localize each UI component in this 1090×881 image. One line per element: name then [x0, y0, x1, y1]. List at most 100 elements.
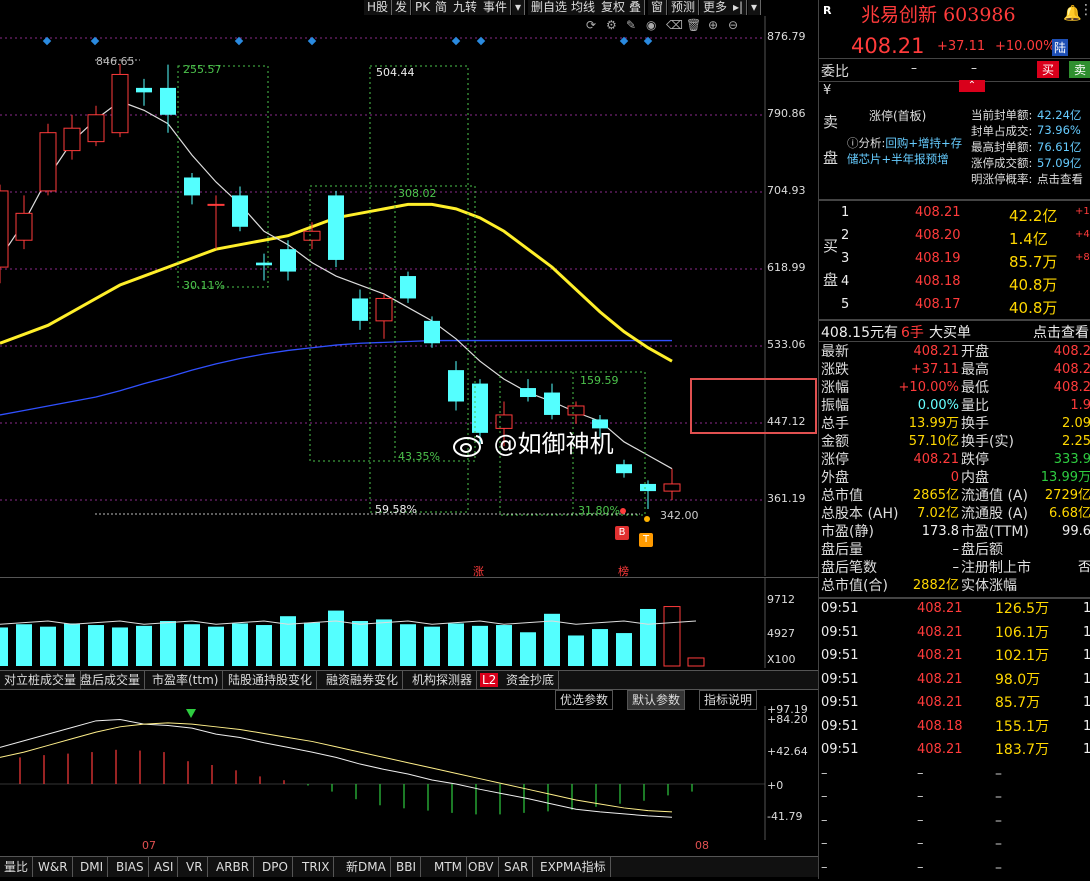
candle[interactable] [111, 64, 129, 138]
buy-button[interactable]: 买 [1037, 61, 1060, 78]
indicator-tab-6[interactable]: L2 [480, 673, 499, 687]
bid-row[interactable]: 5 408.17 40.8万 [819, 297, 1090, 317]
bottom-tab-1[interactable]: W&R [34, 857, 73, 877]
bottom-tab-13[interactable]: SAR [500, 857, 534, 877]
indicator-tab-1[interactable]: 盘后成交量 [76, 671, 146, 689]
candle[interactable] [616, 459, 632, 478]
candle[interactable] [207, 195, 225, 250]
toolbar-item-1[interactable]: 发 [392, 0, 412, 15]
bottom-tab-4[interactable]: ASI [150, 857, 179, 877]
indicator-tab-3[interactable]: 陆股通持股变化 [224, 671, 318, 689]
candle[interactable] [0, 184, 9, 284]
bottom-tab-5[interactable]: VR [182, 857, 208, 877]
limit-analysis[interactable]: ⓘ分析:回购+增持+存储芯片+半年报预增 [847, 135, 967, 167]
candle[interactable] [328, 190, 344, 268]
volume-chart[interactable] [0, 578, 818, 668]
sell-button[interactable]: 卖 [1069, 61, 1090, 78]
limit-row-value: 76.61亿 [1037, 140, 1082, 154]
event-diamond-icon[interactable] [90, 36, 100, 46]
toolbar-item-14[interactable]: ▸| [730, 0, 748, 15]
candle[interactable] [303, 222, 321, 250]
event-diamond-icon[interactable] [42, 36, 52, 46]
toolbar-item-6[interactable]: ▾ [512, 0, 526, 15]
bottom-tab-11[interactable]: MTM [430, 857, 468, 877]
volume-bar [496, 625, 512, 666]
bid-row[interactable]: 1 408.21 42.2亿 +11 [819, 205, 1090, 225]
candle[interactable] [63, 114, 81, 160]
toolbar-item-2[interactable]: PK [412, 0, 435, 15]
candle[interactable] [663, 468, 681, 501]
bottom-tab-10[interactable]: BBI [392, 857, 422, 877]
tick-volume: – [995, 789, 1002, 805]
indicator-tab-7[interactable]: 资金抄底 [502, 671, 560, 689]
toolbar-item-9[interactable]: 复权 [598, 0, 630, 15]
quote-row: 总市值(合) 2882亿 实体涨幅 [819, 577, 1090, 595]
candle[interactable] [184, 173, 200, 205]
event-diamond-icon[interactable] [307, 36, 317, 46]
annotation-box4-bot: 31.80% [578, 504, 620, 517]
toolbar-item-4[interactable]: 九转 [450, 0, 482, 15]
candle[interactable] [520, 379, 536, 402]
chart-area[interactable]: H股发 PK 简九转 事件 ▾ 删自选 均线 复权叠窗预测 更多 ▸| ▾ ⟳ ⚙ ✎ ◉ ⌫ 🗑 ⊕ ⊖ 876.… [0, 0, 818, 879]
buy-signal-badge[interactable]: B [615, 526, 629, 540]
candle[interactable] [160, 64, 176, 133]
bottom-tab-12[interactable]: OBV [464, 857, 499, 877]
candle[interactable] [256, 253, 272, 281]
toolbar-item-12[interactable]: 预测 [668, 0, 700, 15]
more-icon[interactable]: ⋮ [1079, 2, 1090, 18]
toolbar-item-10[interactable]: 叠 [626, 0, 646, 15]
tick-list: 09:51 408.21 126.5万 1 09:51 408.21 106.1万 1 09:5… [819, 597, 1090, 881]
toolbar-item-3[interactable]: 简 [432, 0, 452, 15]
candle[interactable] [280, 240, 296, 281]
candle[interactable] [87, 105, 105, 147]
quote-key-2: 最高 [961, 362, 989, 378]
toolbar-item-7[interactable]: 删自选 [528, 0, 572, 15]
candle[interactable] [400, 271, 416, 303]
macd-chart[interactable] [0, 706, 818, 840]
toolbar-item-15[interactable]: ▾ [748, 0, 762, 15]
toolbar-item-8[interactable]: 均线 [568, 0, 600, 15]
big-order-link[interactable]: 点击查看 [1033, 322, 1089, 342]
limit-row-value[interactable]: 点击查看 [1037, 171, 1083, 187]
bid-volume: 1.4亿 [1009, 230, 1048, 248]
toolbar-item-13[interactable]: 更多 [700, 0, 732, 15]
event-diamond-icon[interactable] [476, 36, 486, 46]
kline-chart[interactable] [0, 16, 818, 576]
bottom-tab-7[interactable]: DPO [258, 857, 293, 877]
tick-time: 09:51 [821, 624, 859, 640]
big-order-row[interactable]: 408.15元有 6手 大买单 点击查看 [819, 321, 1090, 342]
candle[interactable] [39, 123, 57, 196]
bottom-tab-3[interactable]: BIAS [112, 857, 149, 877]
candle[interactable] [375, 293, 393, 339]
candle[interactable] [544, 383, 560, 420]
t-signal-badge[interactable]: T [639, 533, 653, 547]
candle[interactable] [15, 195, 33, 250]
candle[interactable] [567, 401, 585, 424]
quote-value-2: 2.25 [1062, 434, 1090, 449]
bid-row[interactable]: 4 408.18 40.8万 [819, 274, 1090, 294]
indicator-tab-5[interactable]: 机构探测器 [408, 671, 478, 689]
event-diamond-icon[interactable] [451, 36, 461, 46]
candle[interactable] [424, 316, 440, 348]
candle[interactable] [448, 361, 464, 411]
candle[interactable] [136, 78, 152, 106]
bid-row[interactable]: 3 408.19 85.7万 +8. [819, 251, 1090, 271]
indicator-tab-0[interactable]: 对立桩成交量 [0, 671, 82, 689]
tick-row: – – – [819, 835, 1090, 853]
tick-price: – [917, 836, 924, 851]
bottom-tab-8[interactable]: TRIX [298, 857, 335, 877]
bottom-tab-14[interactable]: EXPMA指标 [536, 857, 611, 877]
candle[interactable] [352, 289, 368, 330]
indicator-tab-2[interactable]: 市盈率(ttm) [148, 671, 224, 689]
toolbar-item-11[interactable]: 窗 [648, 0, 668, 15]
bottom-tab-2[interactable]: DMI [76, 857, 109, 877]
candle[interactable] [232, 186, 248, 232]
bottom-tab-0[interactable]: 量比 [0, 857, 34, 877]
bottom-tab-6[interactable]: ARBR [212, 857, 255, 877]
toolbar-item-5[interactable]: 事件 [480, 0, 512, 15]
bid-row[interactable]: 2 408.20 1.4亿 +4. [819, 228, 1090, 248]
bottom-tab-9[interactable]: 新DMA [342, 857, 391, 877]
toolbar-item-0[interactable]: H股 [364, 0, 393, 15]
indicator-tab-4[interactable]: 融资融券变化 [322, 671, 404, 689]
candle[interactable] [640, 480, 656, 510]
